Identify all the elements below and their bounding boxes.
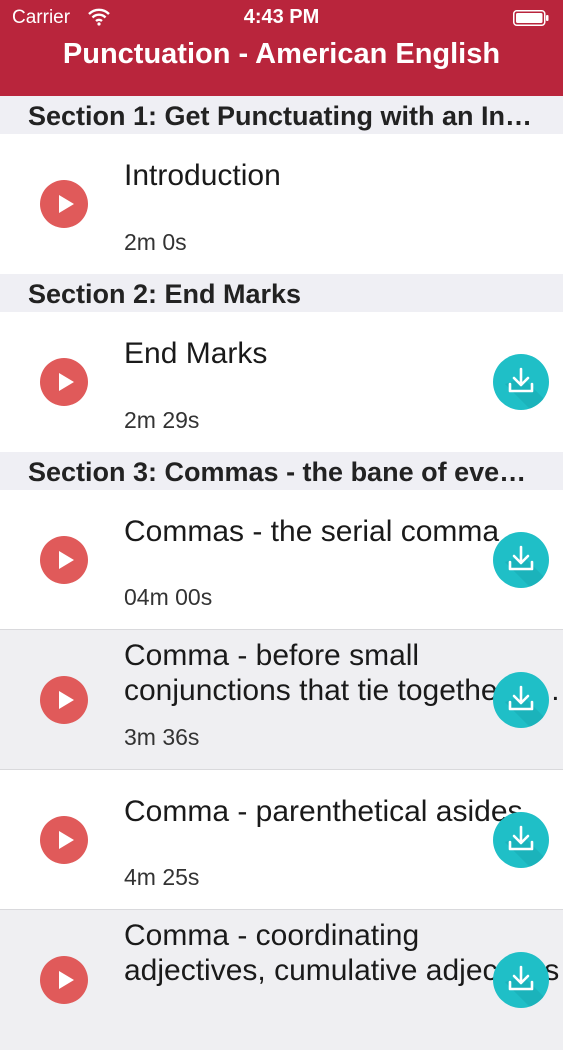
lecture-title: Introduction (124, 159, 281, 192)
play-button[interactable] (40, 815, 88, 864)
play-icon (59, 971, 74, 989)
lecture-row-end-marks[interactable]: End Marks 2m 29s (0, 312, 563, 452)
lecture-row-parenthetical-asides[interactable]: Comma - parenthetical asides 4m 25s (0, 770, 563, 910)
download-button[interactable] (493, 811, 549, 868)
status-time: 4:43 PM (243, 6, 320, 28)
play-button[interactable] (40, 956, 88, 1004)
nav-header: Carrier 4:43 PM Punctuation - American E… (0, 0, 563, 96)
play-button[interactable] (40, 180, 88, 228)
play-icon (59, 550, 74, 569)
download-icon (505, 545, 549, 588)
lecture-duration: 04m 00s (124, 584, 213, 610)
battery-icon (513, 10, 549, 26)
section-header-2: Section 2: End Marks (0, 274, 563, 312)
lecture-row-serial-comma[interactable]: Commas - the serial comma 04m 00s (0, 490, 563, 630)
lecture-row-small-conjunctions[interactable]: Comma - before small conjunctions that t… (0, 630, 563, 770)
play-icon (59, 373, 74, 391)
play-button[interactable] (40, 535, 88, 584)
download-icon (505, 685, 549, 728)
download-button[interactable] (493, 531, 549, 588)
lecture-duration: 2m 29s (124, 407, 200, 433)
play-button[interactable] (40, 358, 88, 406)
lecture-row-coordinating-adjectives[interactable]: Comma - coordinating adjectives, cumulat… (0, 910, 563, 1050)
play-icon (59, 690, 74, 709)
download-button[interactable] (493, 354, 549, 410)
play-icon (59, 830, 74, 849)
lecture-duration: 4m 25s (124, 864, 200, 890)
lecture-duration: 2m 0s (124, 229, 187, 255)
page-title: Punctuation - American English (62, 38, 501, 70)
lecture-list[interactable]: Section 1: Get Punctuating with an Intro… (0, 96, 563, 1050)
play-button[interactable] (40, 675, 88, 724)
status-bar: Carrier 4:43 PM (0, 0, 563, 36)
section-header-1: Section 1: Get Punctuating with an Intro… (0, 96, 563, 134)
play-icon (59, 195, 74, 213)
lecture-title-line-1: Comma - before small (124, 639, 420, 672)
download-button[interactable] (493, 671, 549, 728)
lecture-title-line-1: Comma - coordinating (124, 919, 420, 952)
download-icon (505, 825, 549, 868)
download-icon (505, 367, 549, 410)
lecture-duration: 3m 36s (124, 724, 200, 750)
section-header-3: Section 3: Commas - the bane of every wr… (0, 452, 563, 490)
lecture-row-introduction[interactable]: Introduction 2m 0s (0, 134, 563, 274)
